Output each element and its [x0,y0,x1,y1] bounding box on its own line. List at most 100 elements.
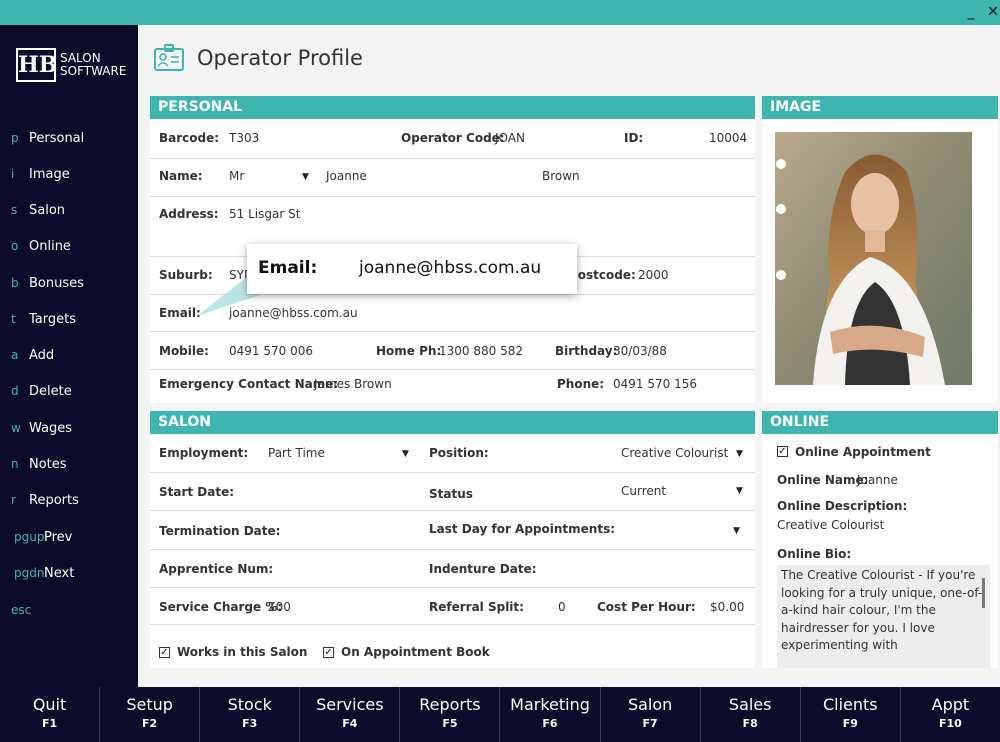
sidebar-item-wages[interactable]: w Wages [0,414,138,442]
sidebar-item-salon[interactable]: s Salon [0,196,138,224]
online-appointment-label: Online Appointment [795,445,931,459]
shortcut-key: i [11,167,15,181]
sidebar-item-reports[interactable]: r Reports [0,486,138,514]
chevron-down-icon[interactable]: ▼ [736,486,743,496]
sidebar-item-delete[interactable]: d Delete [0,377,138,405]
shortcut-key: w [11,421,21,435]
service-charge-field[interactable]: 100 [268,600,291,614]
chevron-down-icon[interactable]: ▼ [733,526,740,536]
start-date-label: Start Date: [159,485,235,499]
fkey-code: F5 [442,717,458,730]
mobile-field[interactable]: 0491 570 006 [229,344,313,358]
operator-code-field[interactable]: JOAN [495,131,525,145]
chevron-down-icon[interactable]: ▼ [302,172,309,182]
first-name-field[interactable]: Joanne [326,169,367,183]
referral-split-field[interactable]: 0 [558,600,566,614]
personal-header: PERSONAL [150,96,755,119]
page-title: Operator Profile [197,46,363,70]
online-name-label: Online Name: [777,473,869,487]
home-phone-field[interactable]: 1300 880 582 [439,344,523,358]
reports-button[interactable]: Reports F5 [400,687,501,742]
sidebar-item-label: Add [29,347,55,363]
sidebar-item-prev[interactable]: pgup Prev [0,523,138,551]
last-name-field[interactable]: Brown [542,169,580,183]
sales-button[interactable]: Sales F8 [701,687,801,742]
works-in-salon-checkbox[interactable]: ✓ [159,647,170,658]
termination-date-label: Termination Date: [159,524,281,538]
sidebar-item-label: Prev [44,529,73,545]
phone-field[interactable]: 0491 570 156 [613,377,697,391]
shortcut-key: r [11,493,16,507]
postcode-label: Postcode: [569,268,636,282]
salon-header: SALON [150,411,755,434]
sidebar-item-next[interactable]: pgdn Next [0,559,138,587]
home-phone-label: Home Ph: [376,344,442,358]
title-select[interactable]: Mr [229,169,244,183]
birthday-field[interactable]: 30/03/88 [613,344,667,358]
mobile-label: Mobile: [159,344,209,358]
stock-button[interactable]: Stock F3 [200,687,301,742]
sidebar-item-bonuses[interactable]: b Bonuses [0,269,138,297]
sidebar-item-add[interactable]: a Add [0,341,138,369]
name-label: Name: [159,169,203,183]
sidebar-item-label: Personal [29,130,85,146]
id-card-icon [154,44,184,71]
appt-button[interactable]: Appt F10 [901,687,1000,742]
on-appointment-book-label: On Appointment Book [341,645,490,659]
sidebar-item-esc[interactable]: esc [0,596,138,624]
shortcut-key: b [11,276,19,290]
fkey-label: Reports [419,695,481,714]
referral-split-label: Referral Split: [429,600,524,614]
online-description-field[interactable]: Creative Colourist [777,518,884,532]
fkey-code: F6 [542,717,558,730]
position-select[interactable]: Creative Colourist [621,446,728,460]
shortcut-key: a [11,348,19,362]
shortcut-key: pgup [14,530,45,544]
shortcut-key: s [11,203,18,217]
sidebar-item-label: Notes [29,456,67,472]
id-field[interactable]: 10004 [709,131,747,145]
chevron-down-icon[interactable]: ▼ [736,449,743,459]
setup-button[interactable]: Setup F2 [100,687,201,742]
sidebar-item-label: Delete [29,383,72,399]
id-label: ID: [624,131,644,145]
quit-button[interactable]: Quit F1 [0,687,101,742]
close-button[interactable]: ✕ [984,2,1000,22]
status-select[interactable]: Current [621,484,666,498]
fkey-label: Stock [227,695,272,714]
chevron-down-icon[interactable]: ▼ [402,449,409,459]
fkey-label: Appt [931,695,970,714]
fkey-code: F7 [642,717,658,730]
barcode-label: Barcode: [159,131,220,145]
postcode-field[interactable]: 2000 [638,268,669,282]
employment-select[interactable]: Part Time [268,446,325,460]
logo: HB [16,48,57,82]
sidebar-item-personal[interactable]: p Personal [0,124,138,152]
sidebar-item-online[interactable]: o Online [0,232,138,260]
services-button[interactable]: Services F4 [300,687,401,742]
clients-button[interactable]: Clients F9 [801,687,901,742]
shortcut-key: esc [11,603,32,617]
cost-per-hour-field[interactable]: $0.00 [710,600,744,614]
emergency-contact-field[interactable]: James Brown [314,377,392,391]
barcode-field[interactable]: T303 [229,131,259,145]
sidebar-item-notes[interactable]: n Notes [0,450,138,478]
logo-line2: SOFTWARE [60,64,127,78]
shortcut-key: n [11,457,19,471]
on-appointment-book-checkbox[interactable]: ✓ [323,647,334,658]
sidebar-item-targets[interactable]: t Targets [0,305,138,333]
fkey-label: Setup [126,695,173,714]
salon-button[interactable]: Salon F7 [601,687,701,742]
marketing-button[interactable]: Marketing F6 [500,687,601,742]
operator-photo[interactable] [775,132,972,385]
bio-scrollbar[interactable] [982,578,985,608]
minimize-button[interactable]: _ [962,2,980,22]
online-name-field[interactable]: Joanne [857,473,898,487]
online-bio-textarea[interactable]: The Creative Colourist - If you're looki… [777,565,990,668]
online-appointment-checkbox[interactable]: ✓ [777,446,788,457]
shortcut-key: d [11,384,19,398]
shortcut-key: p [11,131,19,145]
address-field[interactable]: 51 Lisgar St [229,207,300,221]
service-charge-label: Service Charge %: [159,600,283,614]
sidebar-item-image[interactable]: i Image [0,160,138,188]
